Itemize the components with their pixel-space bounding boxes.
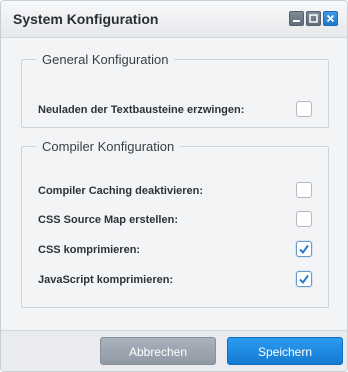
- option-label: CSS komprimieren:: [38, 244, 141, 256]
- close-button[interactable]: [323, 11, 338, 26]
- compiler-config-group: Compiler Konfiguration Compiler Caching …: [21, 139, 329, 308]
- option-label: JavaScript komprimieren:: [38, 274, 174, 286]
- dialog-footer: Abbrechen Speichern: [1, 330, 347, 371]
- disable-caching-checkbox[interactable]: [296, 182, 312, 198]
- content-panel: General Konfiguration Neuladen der Textb…: [7, 38, 341, 330]
- compiler-config-legend: Compiler Konfiguration: [42, 139, 175, 154]
- minimize-icon: [290, 12, 303, 25]
- window-title: System Konfiguration: [13, 11, 159, 27]
- system-configuration-window: System Konfiguration General Konfigurati…: [0, 0, 348, 372]
- close-icon: [324, 12, 337, 25]
- cancel-button[interactable]: Abbrechen: [100, 337, 216, 365]
- general-config-legend: General Konfiguration: [42, 52, 169, 67]
- option-label: Neuladen der Textbausteine erzwingen:: [38, 104, 245, 116]
- reload-textblocks-checkbox[interactable]: [296, 101, 312, 117]
- option-label: CSS Source Map erstellen:: [38, 214, 178, 226]
- css-source-map-checkbox[interactable]: [296, 211, 312, 227]
- minimize-button[interactable]: [289, 11, 304, 26]
- option-css-source-map: CSS Source Map erstellen:: [38, 211, 312, 231]
- save-button[interactable]: Speichern: [227, 337, 343, 365]
- checkmark-icon: [299, 274, 309, 285]
- option-label: Compiler Caching deaktivieren:: [38, 185, 204, 197]
- maximize-icon: [307, 12, 320, 25]
- maximize-button[interactable]: [306, 11, 321, 26]
- option-disable-caching: Compiler Caching deaktivieren:: [38, 182, 312, 202]
- css-compress-checkbox[interactable]: [296, 241, 312, 257]
- js-compress-checkbox[interactable]: [296, 271, 312, 287]
- checkmark-icon: [299, 244, 309, 255]
- option-css-compress: CSS komprimieren:: [38, 241, 312, 261]
- option-reload-textblocks: Neuladen der Textbausteine erzwingen:: [38, 101, 312, 121]
- general-config-group: General Konfiguration Neuladen der Textb…: [21, 52, 329, 128]
- window-controls: [289, 11, 338, 26]
- titlebar[interactable]: System Konfiguration: [1, 1, 347, 38]
- option-js-compress: JavaScript komprimieren:: [38, 271, 312, 291]
